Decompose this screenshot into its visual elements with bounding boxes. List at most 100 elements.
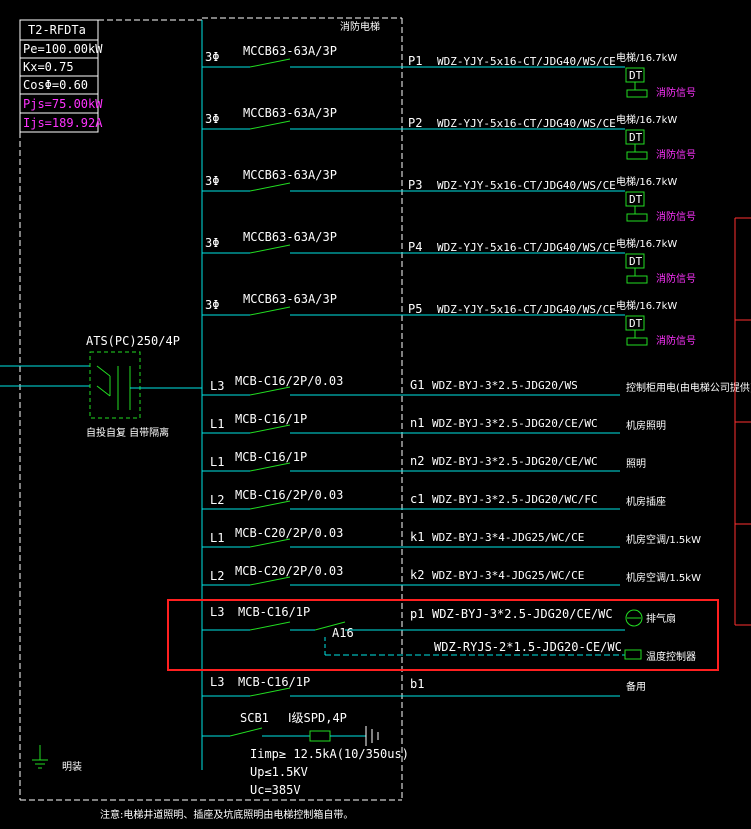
circuit-id: P1	[408, 54, 422, 68]
ats-sub-label: 自投自复 自带隔离	[86, 426, 169, 439]
circuit-phase: L3	[210, 379, 224, 393]
circuit-id: k1	[410, 530, 424, 544]
circuit-breaker: MCB-C16/1P	[235, 412, 307, 426]
circuit-id: n2	[410, 454, 424, 468]
circuit-id: G1	[410, 378, 424, 392]
circuit-cable: WDZ-BYJ-3*2.5-JDG20/CE/WC	[432, 417, 598, 430]
circuit-cable: WDZ-BYJ-3*4-JDG25/WC/CE	[432, 531, 584, 544]
panel-pjs: Pjs=75.00kW	[23, 97, 103, 111]
circuit-phase: L2	[210, 493, 224, 507]
circuit-load: 电梯/16.7kW	[616, 299, 677, 312]
circuit-cable: WDZ-YJY-5x16-CT/JDG40/WS/CE	[437, 117, 616, 130]
elevator-dt-label: DT	[629, 193, 643, 206]
circuit-id: P4	[408, 240, 422, 254]
elevator-circuit: 3Φ MCCB63-63A/3P P5 WDZ-YJY-5x16-CT/JDG40/W…	[202, 292, 696, 347]
panel-pe: Pe=100.00kW	[23, 42, 103, 56]
elevator-circuit: 3Φ MCCB63-63A/3P P1 WDZ-YJY-5x16-CT/JDG40/W…	[202, 44, 696, 99]
fire-signal-label: 消防信号	[656, 272, 696, 285]
small-circuit: L2 MCB-C16/2P/0.03 c1 WDZ-BYJ-3*2.5-JDG20/W…	[202, 488, 666, 510]
breaker-contact-icon	[249, 500, 291, 510]
circuit-cable: WDZ-BYJ-3*4-JDG25/WC/CE	[432, 569, 584, 582]
circuit-load: 电梯/16.7kW	[616, 237, 677, 250]
circuit-id: c1	[410, 492, 424, 506]
circuit-load: 电梯/16.7kW	[616, 51, 677, 64]
breaker-contact-icon	[249, 120, 291, 130]
breaker-contact-icon	[249, 306, 291, 316]
circuit-id: P5	[408, 302, 422, 316]
fan-circuit-phase: L3	[210, 605, 224, 619]
spd-imp: Iimp≥ 12.5kA(10/350us)	[250, 747, 409, 761]
circuit-phase: 3Φ	[205, 174, 219, 188]
spd-uc: Uc=385V	[250, 783, 301, 797]
spd-icon	[309, 730, 331, 742]
small-circuit: L1 MCB-C20/2P/0.03 k1 WDZ-BYJ-3*4-JDG25/WC/…	[202, 526, 701, 548]
fire-signal-label: 消防信号	[656, 86, 696, 99]
ats-label: ATS(PC)250/4P	[86, 334, 180, 348]
panel-kx: Kx=0.75	[23, 60, 74, 74]
fan-load: 排气扇	[646, 612, 676, 625]
elevator-dt-label: DT	[629, 69, 643, 82]
circuit-phase: 3Φ	[205, 112, 219, 126]
fire-signal-icon	[626, 213, 648, 222]
circuit-cable: WDZ-YJY-5x16-CT/JDG40/WS/CE	[437, 303, 616, 316]
fire-signal-icon	[626, 275, 648, 284]
circuit-phase: L2	[210, 569, 224, 583]
circuit-breaker: MCCB63-63A/3P	[243, 230, 337, 244]
circuit-phase: 3Φ	[205, 298, 219, 312]
fire-signal-label: 消防信号	[656, 148, 696, 161]
breaker-contact-icon	[249, 424, 291, 434]
small-circuit: L1 MCB-C16/1P n1 WDZ-BYJ-3*2.5-JDG20/CE/WC 机…	[202, 412, 666, 434]
circuit-cable: WDZ-BYJ-3*2.5-JDG20/WS	[432, 379, 578, 392]
circuit-phase: 3Φ	[205, 50, 219, 64]
breaker-contact-icon	[249, 244, 291, 254]
circuit-breaker: MCCB63-63A/3P	[243, 292, 337, 306]
panel-top-label: 消防电梯	[340, 20, 380, 33]
circuit-cable: WDZ-YJY-5x16-CT/JDG40/WS/CE	[437, 55, 616, 68]
elevator-circuit: 3Φ MCCB63-63A/3P P2 WDZ-YJY-5x16-CT/JDG40/W…	[202, 106, 696, 161]
circuit-load: 电梯/16.7kW	[616, 175, 677, 188]
fire-signal-icon	[626, 151, 648, 160]
thermostat-icon	[624, 649, 642, 660]
breaker-contact-icon	[249, 576, 291, 586]
circuit-load: 机房空调/1.5kW	[626, 533, 701, 546]
fan-circuit-id: p1	[410, 607, 424, 621]
circuit-id: n1	[410, 416, 424, 430]
circuit-load: 机房照明	[626, 419, 666, 432]
breaker-contact-icon	[249, 538, 291, 548]
bottom-note: 注意:电梯井道照明、插座及坑底照明由电梯控制箱自带。	[100, 808, 353, 821]
elevator-circuit: 3Φ MCCB63-63A/3P P4 WDZ-YJY-5x16-CT/JDG40/W…	[202, 230, 696, 285]
spd-label: Ⅰ级SPD,4P	[288, 711, 347, 725]
circuit-id: P3	[408, 178, 422, 192]
panel-info-box: T2-RFDTa Pe=100.00kW Kx=0.75 CosΦ=0.60 P…	[19, 19, 103, 133]
circuit-cable: WDZ-YJY-5x16-CT/JDG40/WS/CE	[437, 241, 616, 254]
panel-ijs: Ijs=189.92A	[23, 116, 103, 130]
right-edge-bracket	[734, 217, 751, 626]
circuit-phase: L1	[210, 417, 224, 431]
circuit-id: k2	[410, 568, 424, 582]
breaker-contact-icon	[249, 58, 291, 68]
fan-relay-label: A16	[332, 626, 354, 640]
elevator-circuit: 3Φ MCCB63-63A/3P P3 WDZ-YJY-5x16-CT/JDG40/W…	[202, 168, 696, 223]
circuit-breaker: MCB-C16/1P	[235, 450, 307, 464]
small-circuit: L2 MCB-C20/2P/0.03 k2 WDZ-BYJ-3*4-JDG25/WC/…	[202, 564, 701, 586]
circuit-phase: L1	[210, 455, 224, 469]
small-circuit: L1 MCB-C16/1P n2 WDZ-BYJ-3*2.5-JDG20/CE/WC 照…	[202, 450, 646, 472]
circuit-cable: WDZ-BYJ-3*2.5-JDG20/WC/FC	[432, 493, 598, 506]
fan-circuit: L3 MCB-C16/1P A16 p1 WDZ-BYJ-3*2.5-JDG20…	[167, 599, 719, 671]
fire-signal-label: 消防信号	[656, 334, 696, 347]
fan-ctrl-cable: WDZ-RYJS-2*1.5-JDG20-CE/WC	[434, 640, 622, 654]
circuit-breaker: MCB-C16/2P/0.03	[235, 488, 343, 502]
elevator-dt-label: DT	[629, 131, 643, 144]
circuit-load: 控制柜用电(由电梯公司提供)	[626, 381, 751, 394]
breaker-contact-icon	[249, 386, 291, 396]
circuit-breaker: MCB-C16/2P/0.03	[235, 374, 343, 388]
panel-name: T2-RFDTa	[28, 23, 86, 37]
circuit-phase: 3Φ	[205, 236, 219, 250]
breaker-contact-icon	[249, 462, 291, 472]
spare-phase: L3	[210, 675, 224, 689]
panel-cos: CosΦ=0.60	[23, 78, 88, 92]
fire-signal-icon	[626, 337, 648, 346]
circuit-breaker: MCB-C20/2P/0.03	[235, 526, 343, 540]
spd-up: Up≤1.5KV	[250, 765, 308, 779]
small-circuit: L3 MCB-C16/2P/0.03 G1 WDZ-BYJ-3*2.5-JDG20/W…	[202, 374, 751, 396]
